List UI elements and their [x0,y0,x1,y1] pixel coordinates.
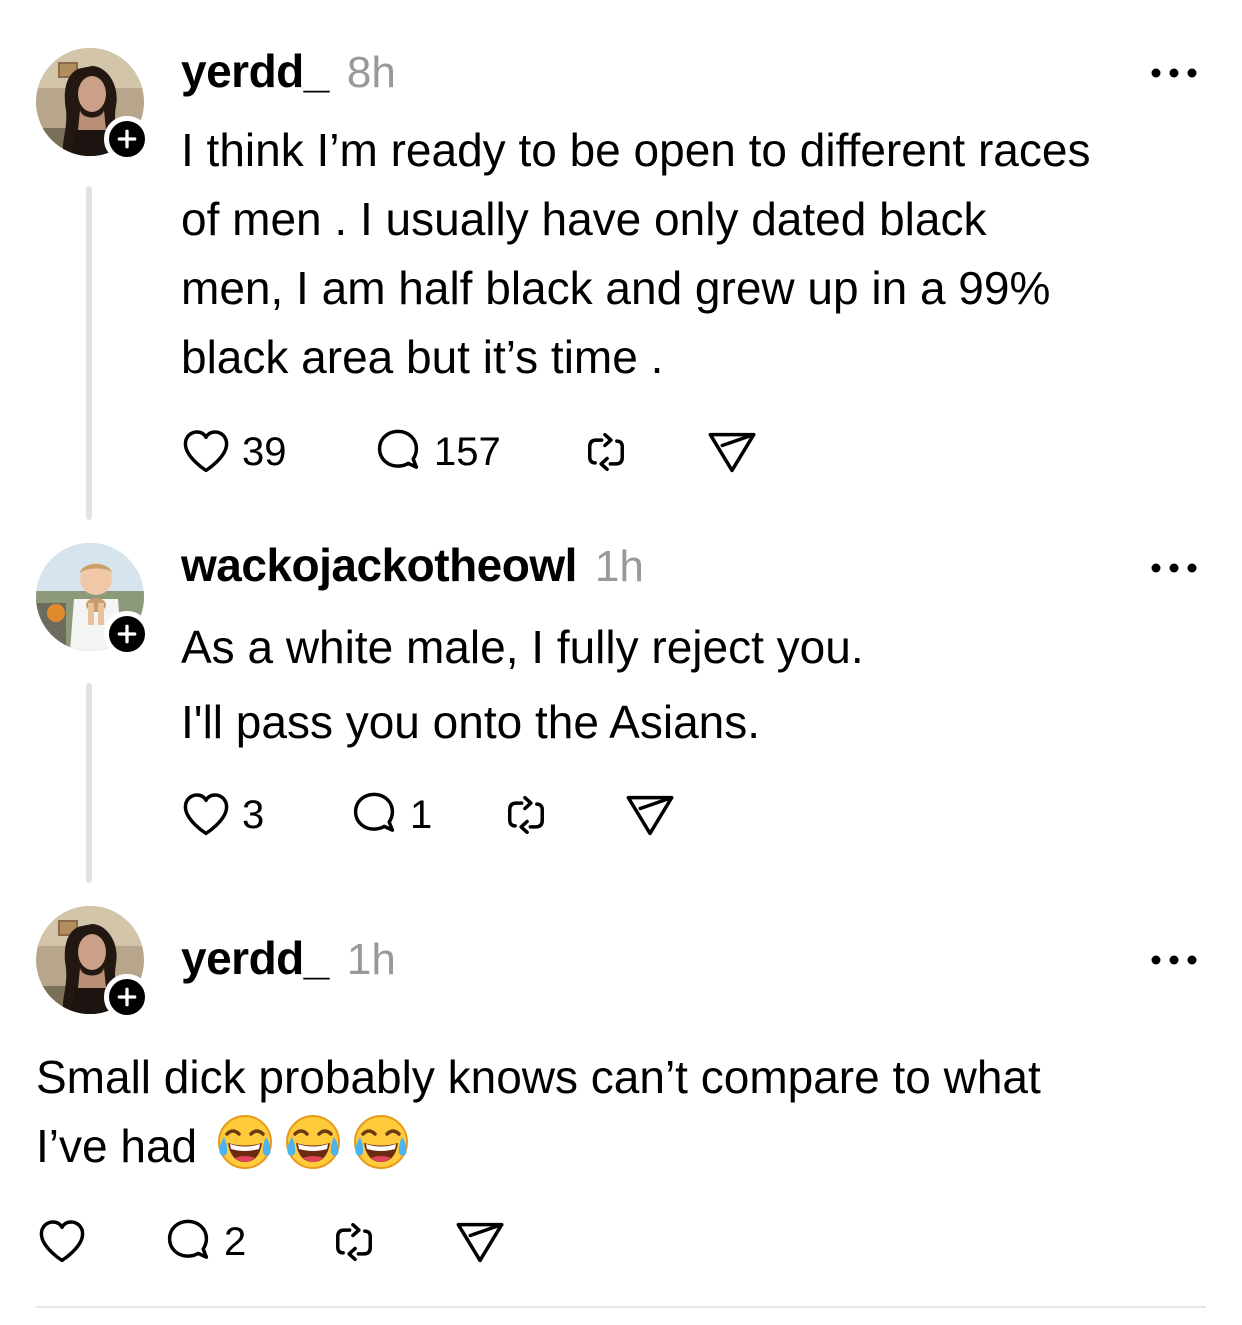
text-line: As a white male, I fully reject you. [181,621,864,673]
repost-button[interactable] [500,785,624,845]
post-text: As a white male, I fully reject you. I'l… [181,610,864,760]
ellipsis-icon [1150,66,1198,80]
comment-bubble-icon [348,789,400,841]
reply-button[interactable]: 2 [162,1212,328,1272]
plus-icon [116,986,138,1008]
post-header: wackojackotheowl 1h [181,538,644,598]
repost-button[interactable] [580,422,706,482]
username[interactable]: yerdd_ [181,44,329,98]
more-options-button[interactable] [1150,66,1198,80]
username[interactable]: wackojackotheowl [181,538,577,592]
timestamp: 1h [346,935,396,984]
reply-button[interactable]: 1 [348,785,500,845]
reply-count: 157 [434,429,501,474]
face-with-tears-of-joy-emoji [351,1112,411,1172]
text-line: I’ve had [36,1120,198,1172]
repost-icon [328,1216,380,1268]
reply-button[interactable]: 157 [372,422,580,482]
comment-bubble-icon [162,1216,214,1268]
like-button[interactable]: 39 [180,422,372,482]
share-button[interactable] [624,785,676,845]
more-options-button[interactable] [1150,953,1198,967]
text-line: men, I am half black and grew up in a 99… [181,262,1051,314]
repost-icon [580,426,632,478]
username[interactable]: yerdd_ [181,931,329,985]
action-bar: 3 1 [180,785,676,845]
face-with-tears-of-joy-emoji [215,1112,275,1172]
timestamp: 8h [346,48,396,97]
follow-button[interactable] [104,116,150,162]
text-line-with-emoji: I’ve had [36,1112,1041,1181]
heart-icon [180,426,232,478]
comment-bubble-icon [372,426,424,478]
face-with-tears-of-joy-emoji [283,1112,343,1172]
share-button[interactable] [454,1212,506,1272]
share-button[interactable] [706,422,758,482]
ellipsis-icon [1150,953,1198,967]
follow-button[interactable] [104,611,150,657]
divider [36,1306,1206,1308]
text-line: of men . I usually have only dated black [181,193,987,245]
text-line: I'll pass you onto the Asians. [181,696,761,748]
follow-button[interactable] [104,974,150,1020]
like-count: 3 [242,792,265,837]
post-text: Small dick probably knows can’t compare … [36,1043,1041,1181]
text-line: black area but it’s time . [181,331,664,383]
reply-count: 1 [410,792,433,837]
heart-icon [180,789,232,841]
send-icon [706,426,758,478]
thread-line [86,186,92,520]
text-line: Small dick probably knows can’t compare … [36,1051,1041,1103]
like-button[interactable]: 3 [180,785,348,845]
repost-button[interactable] [328,1212,454,1272]
plus-icon [116,623,138,645]
post-text: I think I’m ready to be open to differen… [181,116,1090,392]
post-header: yerdd_ 8h [181,44,396,104]
ellipsis-icon [1150,561,1198,575]
send-icon [454,1216,506,1268]
action-bar: 39 157 [180,422,758,482]
send-icon [624,789,676,841]
reply-count: 2 [224,1219,247,1264]
repost-icon [500,789,552,841]
post-header: yerdd_ 1h [181,931,396,991]
like-button[interactable] [36,1212,162,1272]
thread-line [86,683,92,883]
more-options-button[interactable] [1150,561,1198,575]
like-count: 39 [242,429,287,474]
text-line: I think I’m ready to be open to differen… [181,124,1091,176]
timestamp: 1h [594,542,644,591]
action-bar: 2 [36,1212,506,1272]
heart-icon [36,1216,88,1268]
plus-icon [116,128,138,150]
